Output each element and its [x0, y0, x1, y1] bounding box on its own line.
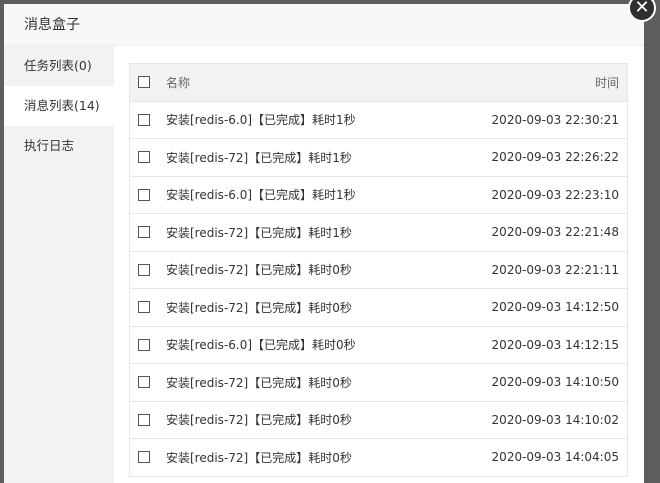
message-name: 安装[redis-72]【已完成】耗时0秒: [166, 413, 352, 428]
message-name: 安装[redis-72]【已完成】耗时0秒: [166, 375, 352, 390]
row-checkbox[interactable]: [138, 151, 150, 164]
table-row[interactable]: 安装[redis-72]【已完成】耗时1秒 2020-09-03 22:21:48: [130, 214, 627, 252]
row-checkbox[interactable]: [138, 338, 150, 351]
message-time: 2020-09-03 14:12:50: [491, 300, 619, 315]
dialog-title: 消息盒子: [4, 4, 644, 46]
select-all-checkbox[interactable]: [138, 76, 150, 89]
message-name: 安装[redis-72]【已完成】耗时0秒: [166, 450, 352, 465]
sidebar: 任务列表(0) 消息列表(14) 执行日志: [4, 46, 114, 483]
row-checkbox[interactable]: [138, 113, 150, 126]
row-checkbox[interactable]: [138, 301, 150, 314]
message-box-dialog: 消息盒子 任务列表(0) 消息列表(14) 执行日志 名称 时间 安装[redi…: [4, 4, 644, 483]
message-name: 安装[redis-72]【已完成】耗时1秒: [166, 150, 352, 165]
message-name: 安装[redis-72]【已完成】耗时0秒: [166, 263, 352, 278]
row-checkbox[interactable]: [138, 451, 150, 464]
message-time: 2020-09-03 14:10:50: [491, 375, 619, 390]
message-time: 2020-09-03 22:30:21: [491, 112, 619, 127]
sidebar-item-tasks[interactable]: 任务列表(0): [4, 46, 114, 86]
message-name: 安装[redis-6.0]【已完成】耗时0秒: [166, 338, 356, 353]
table-row[interactable]: 安装[redis-72]【已完成】耗时0秒 2020-09-03 22:21:11: [130, 252, 627, 289]
message-time: 2020-09-03 14:10:02: [491, 412, 619, 427]
column-header-time: 时间: [594, 75, 619, 90]
message-time: 2020-09-03 14:12:15: [491, 337, 619, 352]
message-name: 安装[redis-72]【已完成】耗时0秒: [166, 300, 352, 315]
message-time: 2020-09-03 22:26:22: [491, 150, 619, 165]
table-row[interactable]: 安装[redis-72]【已完成】耗时0秒 2020-09-03 14:10:02: [130, 402, 627, 439]
table-row[interactable]: 安装[redis-72]【已完成】耗时1秒 2020-09-03 22:26:22: [130, 139, 627, 177]
table-row[interactable]: 安装[redis-6.0]【已完成】耗时1秒 2020-09-03 22:30:2…: [130, 102, 627, 139]
row-checkbox[interactable]: [138, 188, 150, 201]
sidebar-item-messages[interactable]: 消息列表(14): [4, 86, 114, 126]
table-row[interactable]: 安装[redis-72]【已完成】耗时0秒 2020-09-03 14:12:50: [130, 289, 627, 327]
close-icon[interactable]: ✕: [628, 0, 656, 22]
message-time: 2020-09-03 14:04:05: [491, 450, 619, 465]
sidebar-item-logs[interactable]: 执行日志: [4, 126, 114, 166]
table-row[interactable]: 安装[redis-6.0]【已完成】耗时1秒 2020-09-03 22:23:1…: [130, 177, 627, 214]
column-header-name: 名称: [166, 75, 191, 90]
message-time: 2020-09-03 22:21:11: [491, 262, 619, 277]
table-row[interactable]: 安装[redis-6.0]【已完成】耗时0秒 2020-09-03 14:12:1…: [130, 327, 627, 364]
message-time: 2020-09-03 22:21:48: [491, 225, 619, 240]
message-name: 安装[redis-6.0]【已完成】耗时1秒: [166, 188, 356, 203]
table-row[interactable]: 安装[redis-72]【已完成】耗时0秒 2020-09-03 14:10:50: [130, 364, 627, 402]
row-checkbox[interactable]: [138, 413, 150, 426]
message-time: 2020-09-03 22:23:10: [491, 187, 619, 202]
message-table: 名称 时间 安装[redis-6.0]【已完成】耗时1秒 2020-09-03 2…: [129, 63, 628, 477]
message-name: 安装[redis-6.0]【已完成】耗时1秒: [166, 113, 356, 128]
row-checkbox[interactable]: [138, 226, 150, 239]
row-checkbox[interactable]: [138, 376, 150, 389]
message-name: 安装[redis-72]【已完成】耗时1秒: [166, 225, 352, 240]
row-checkbox[interactable]: [138, 263, 150, 276]
table-header-row: 名称 时间: [130, 64, 627, 102]
table-row[interactable]: 安装[redis-72]【已完成】耗时0秒 2020-09-03 14:04:05: [130, 439, 627, 477]
message-list-panel: 名称 时间 安装[redis-6.0]【已完成】耗时1秒 2020-09-03 2…: [114, 46, 644, 483]
